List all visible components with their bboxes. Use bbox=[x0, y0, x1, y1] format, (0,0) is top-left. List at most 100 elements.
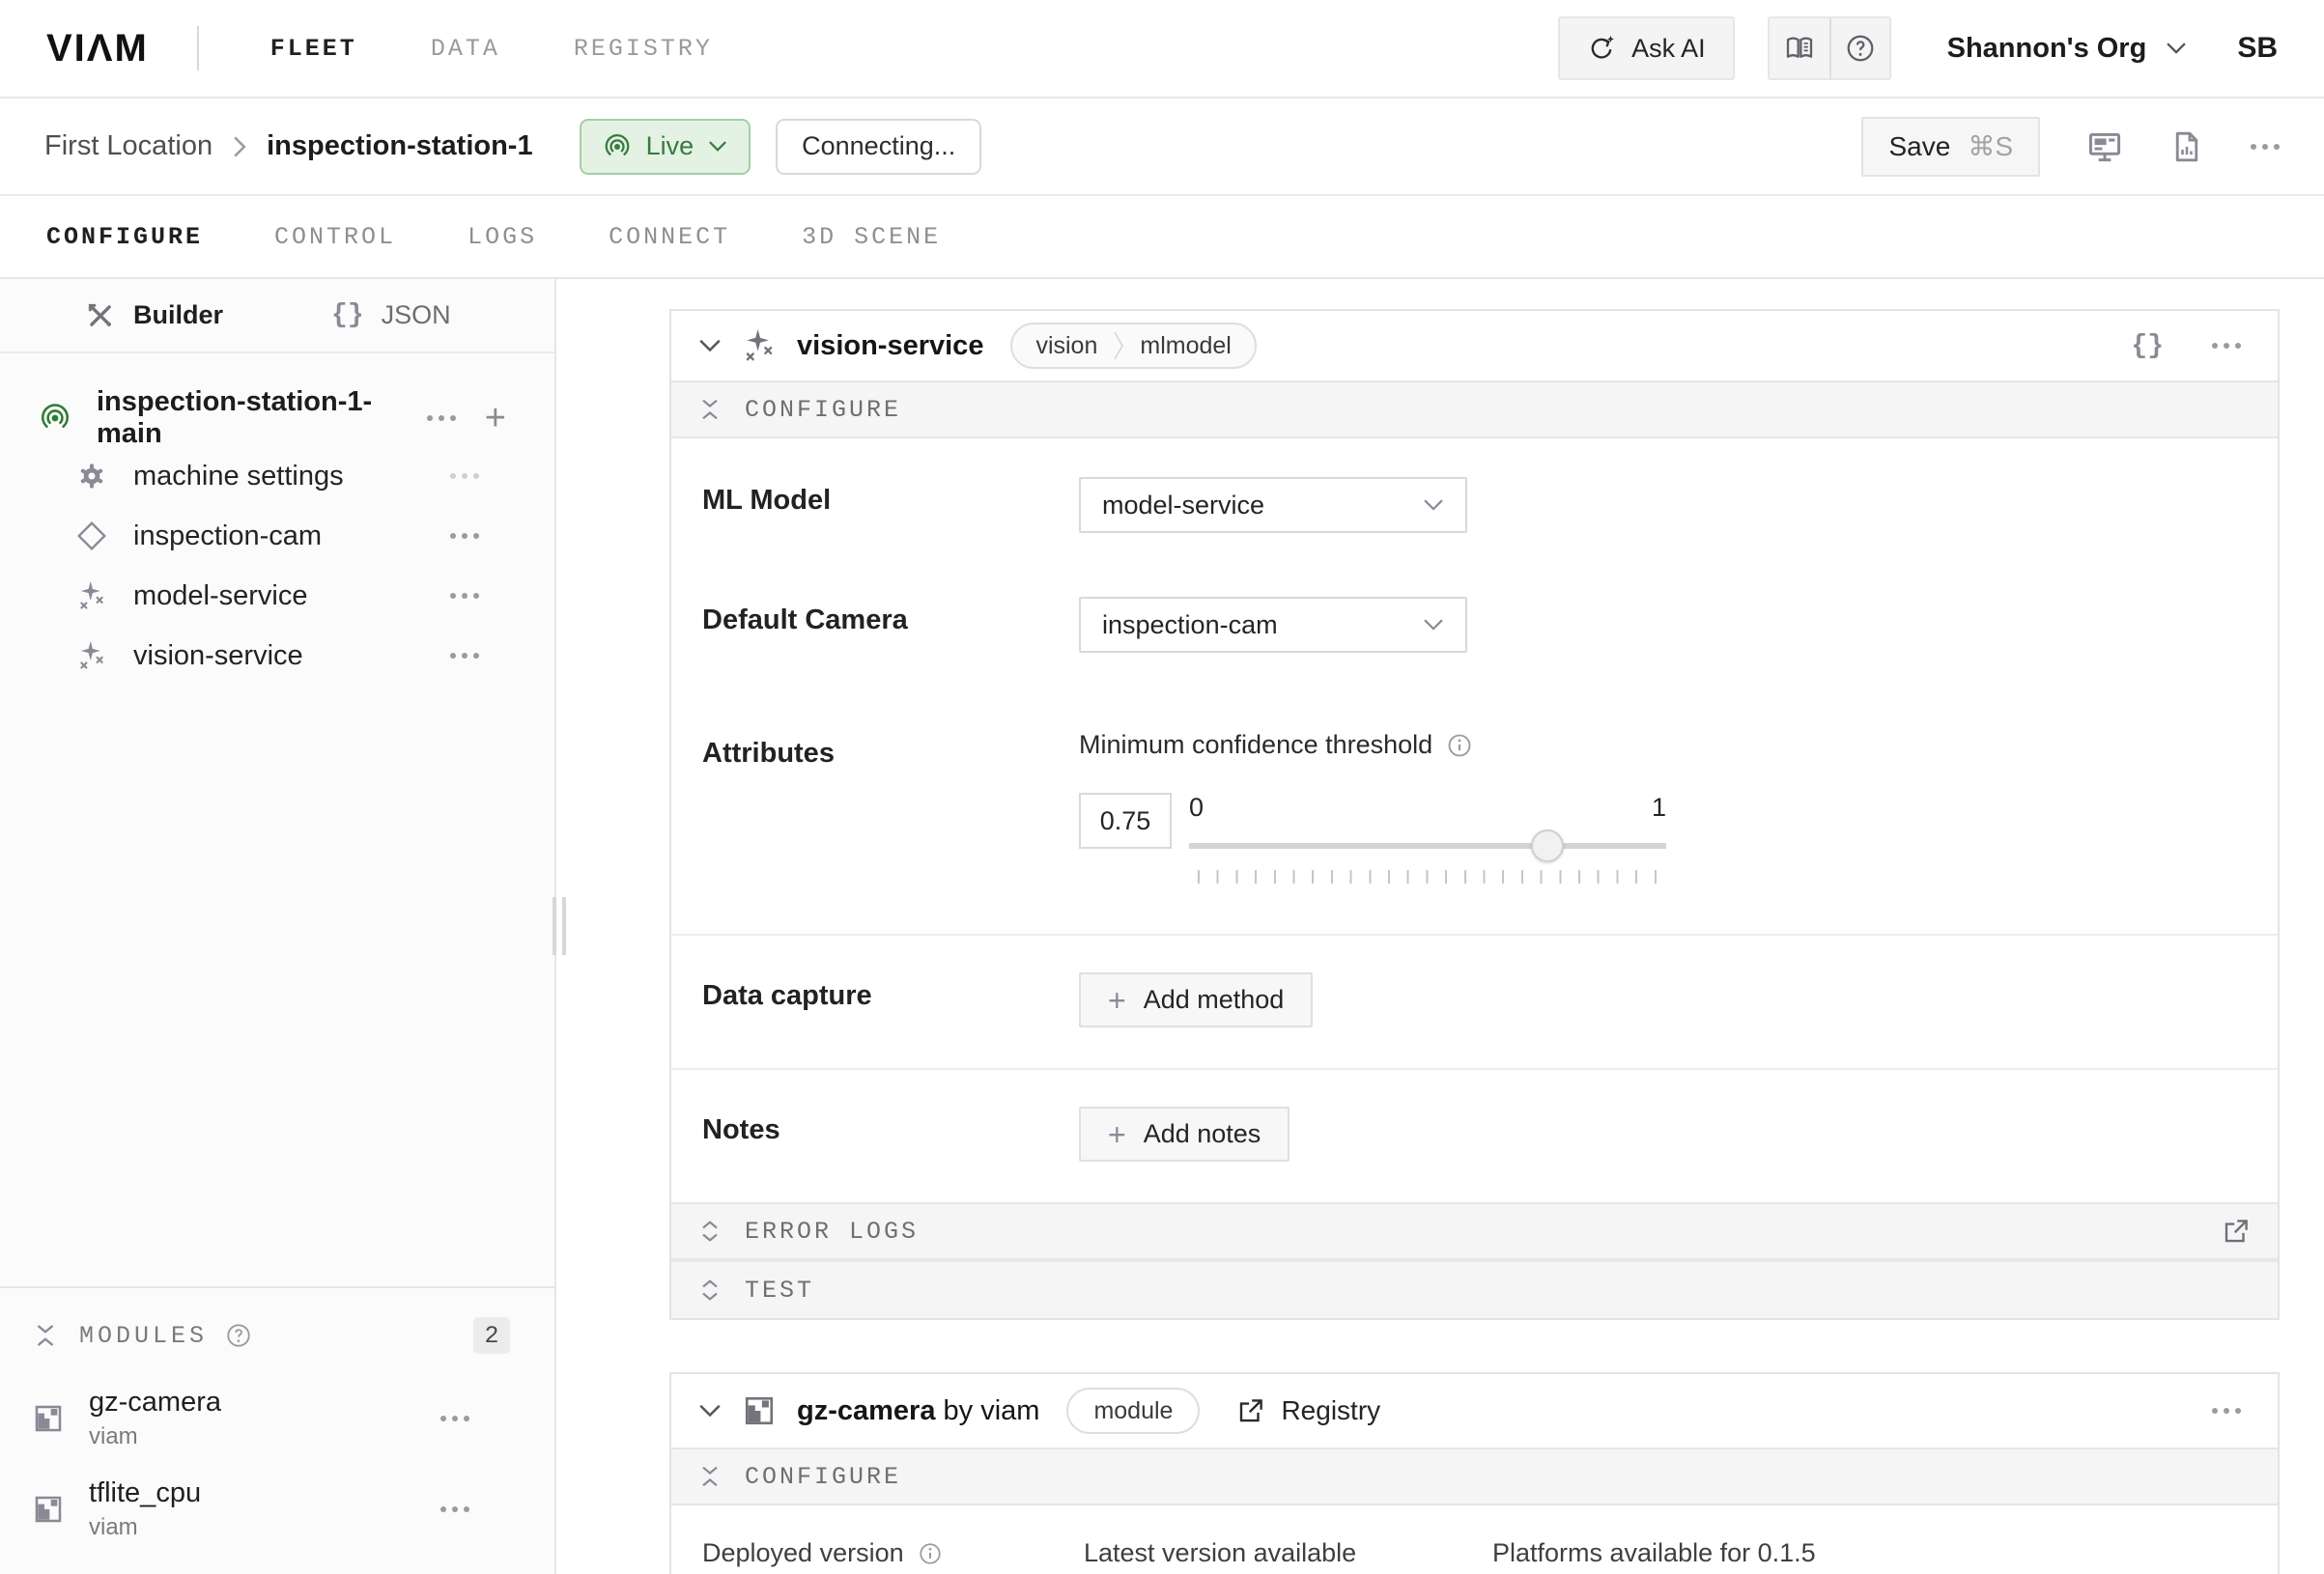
vision-service-card: vision-service vision mlmodel {} bbox=[669, 309, 2280, 1320]
nav-tab-registry[interactable]: REGISTRY bbox=[574, 35, 713, 63]
machine-part-more-icon[interactable] bbox=[427, 415, 456, 421]
machine-more-options-icon[interactable] bbox=[2251, 144, 2280, 150]
config-sidebar: Builder {} JSON inspection bbox=[0, 279, 556, 1574]
tab-configure[interactable]: CONFIGURE bbox=[46, 223, 203, 251]
modules-help-icon[interactable] bbox=[225, 1322, 252, 1349]
info-icon[interactable] bbox=[1446, 732, 1473, 759]
test-section-bar[interactable]: TEST bbox=[671, 1260, 2278, 1318]
module-icon bbox=[743, 1394, 776, 1427]
notes-row: Notes + Add notes bbox=[702, 1070, 2247, 1202]
builder-mode-toggle[interactable]: Builder bbox=[85, 300, 223, 331]
tree-item-more-icon[interactable] bbox=[450, 593, 479, 599]
present-screen-icon[interactable] bbox=[2086, 128, 2123, 165]
tree-item-more-icon[interactable] bbox=[450, 533, 479, 539]
collapse-icon bbox=[698, 1463, 722, 1490]
sidebar-resize-handle[interactable] bbox=[553, 897, 566, 955]
add-notes-button[interactable]: + Add notes bbox=[1079, 1107, 1290, 1162]
module-item-gz-camera[interactable]: gz-camera viam bbox=[33, 1387, 510, 1450]
primary-nav: FLEET DATA REGISTRY bbox=[270, 35, 713, 63]
modules-header: MODULES 2 bbox=[33, 1317, 510, 1354]
nav-divider bbox=[197, 26, 199, 70]
json-mode-toggle[interactable]: {} JSON bbox=[331, 300, 451, 330]
slider-ticks bbox=[1198, 870, 1658, 884]
tab-logs[interactable]: LOGS bbox=[468, 223, 537, 251]
collapse-icon[interactable] bbox=[33, 1321, 58, 1350]
org-name: Shannon's Org bbox=[1947, 33, 2147, 65]
save-label: Save bbox=[1888, 131, 1950, 162]
module-org: viam bbox=[89, 1423, 221, 1450]
viam-app: VIΛM FLEET DATA REGISTRY Ask AI bbox=[0, 0, 2324, 1574]
avatar[interactable]: SB bbox=[2237, 32, 2278, 65]
card-more-options-icon[interactable] bbox=[2212, 1408, 2241, 1414]
module-card-title: gz-camera by viam bbox=[797, 1395, 1039, 1427]
edit-json-icon[interactable]: {} bbox=[2131, 331, 2164, 361]
tree-item-more-icon[interactable] bbox=[450, 653, 479, 659]
deployed-version-label: Deployed version bbox=[702, 1538, 904, 1568]
module-configure-section-bar[interactable]: CONFIGURE bbox=[671, 1448, 2278, 1505]
machine-tree: inspection-station-1-main + bbox=[0, 353, 554, 686]
breadcrumb-location[interactable]: First Location bbox=[44, 130, 213, 162]
slider-thumb[interactable] bbox=[1531, 829, 1564, 862]
collapse-chevron-icon[interactable] bbox=[698, 338, 722, 353]
chevron-down-icon bbox=[1423, 498, 1444, 512]
ml-model-select[interactable]: model-service bbox=[1079, 477, 1467, 533]
modules-title: MODULES bbox=[79, 1322, 208, 1350]
report-file-icon[interactable] bbox=[2169, 128, 2204, 165]
tree-item-machine-settings[interactable]: machine settings bbox=[0, 446, 554, 506]
threshold-slider: 0 1 bbox=[1189, 793, 1666, 884]
threshold-controls: 0 1 bbox=[1079, 793, 1666, 884]
module-icon bbox=[33, 1494, 64, 1525]
tree-item-label: vision-service bbox=[133, 640, 303, 672]
org-switcher[interactable]: Shannon's Org bbox=[1947, 33, 2188, 65]
data-capture-row: Data capture + Add method bbox=[702, 936, 2247, 1068]
registry-link[interactable]: Registry bbox=[1236, 1395, 1380, 1426]
save-button[interactable]: Save ⌘S bbox=[1861, 117, 2040, 177]
service-icon bbox=[77, 581, 106, 610]
default-camera-select[interactable]: inspection-cam bbox=[1079, 597, 1467, 653]
module-author: by viam bbox=[944, 1395, 1040, 1426]
sidebar-mode-header: Builder {} JSON bbox=[0, 279, 554, 353]
module-card-header: gz-camera by viam module Registry bbox=[671, 1374, 2278, 1448]
add-component-icon[interactable]: + bbox=[485, 400, 506, 436]
ask-ai-button[interactable]: Ask AI bbox=[1558, 16, 1735, 80]
module-more-icon[interactable] bbox=[440, 1416, 469, 1421]
module-name: gz-camera bbox=[89, 1387, 221, 1419]
tree-item-model-service[interactable]: model-service bbox=[0, 566, 554, 626]
default-camera-label: Default Camera bbox=[702, 597, 1079, 653]
live-status-dropdown[interactable]: Live bbox=[580, 119, 751, 175]
tab-connect[interactable]: CONNECT bbox=[609, 223, 730, 251]
docs-book-icon[interactable] bbox=[1770, 18, 1829, 78]
service-type-tags: vision mlmodel bbox=[1010, 323, 1256, 369]
module-more-icon[interactable] bbox=[440, 1506, 469, 1512]
open-logs-external-icon[interactable] bbox=[2222, 1217, 2251, 1246]
slider-min-label: 0 bbox=[1189, 793, 1204, 828]
default-camera-row: Default Camera inspection-cam bbox=[702, 597, 2247, 653]
tree-item-more-icon[interactable] bbox=[450, 473, 479, 479]
info-icon[interactable] bbox=[918, 1541, 943, 1566]
default-camera-value: inspection-cam bbox=[1102, 610, 1278, 640]
slider-track[interactable] bbox=[1189, 828, 1666, 864]
card-title: vision-service bbox=[797, 330, 983, 362]
nav-tab-data[interactable]: DATA bbox=[431, 35, 500, 63]
tree-item-label: model-service bbox=[133, 580, 308, 612]
nav-tab-fleet[interactable]: FLEET bbox=[270, 35, 357, 63]
tag-mlmodel: mlmodel bbox=[1140, 332, 1231, 360]
module-item-tflite-cpu[interactable]: tflite_cpu viam bbox=[33, 1477, 510, 1541]
threshold-input[interactable] bbox=[1079, 793, 1172, 849]
tree-item-inspection-cam[interactable]: inspection-cam bbox=[0, 506, 554, 566]
help-icon[interactable] bbox=[1829, 18, 1889, 78]
tab-control[interactable]: CONTROL bbox=[274, 223, 396, 251]
configure-label: CONFIGURE bbox=[745, 396, 901, 424]
top-navbar: VIΛM FLEET DATA REGISTRY Ask AI bbox=[0, 0, 2324, 98]
tree-item-vision-service[interactable]: vision-service bbox=[0, 626, 554, 686]
configure-section-bar[interactable]: CONFIGURE bbox=[671, 380, 2278, 438]
error-logs-section-bar[interactable]: ERROR LOGS bbox=[671, 1202, 2278, 1260]
tree-root-machine[interactable]: inspection-station-1-main + bbox=[0, 390, 554, 446]
collapse-chevron-icon[interactable] bbox=[698, 1403, 722, 1419]
viam-logo[interactable]: VIΛM bbox=[46, 27, 149, 70]
tab-3d-scene[interactable]: 3D SCENE bbox=[802, 223, 941, 251]
card-more-options-icon[interactable] bbox=[2212, 343, 2241, 349]
connecting-status-button[interactable]: Connecting... bbox=[776, 119, 981, 175]
add-method-button[interactable]: + Add method bbox=[1079, 972, 1313, 1027]
chevron-down-icon bbox=[1423, 618, 1444, 632]
